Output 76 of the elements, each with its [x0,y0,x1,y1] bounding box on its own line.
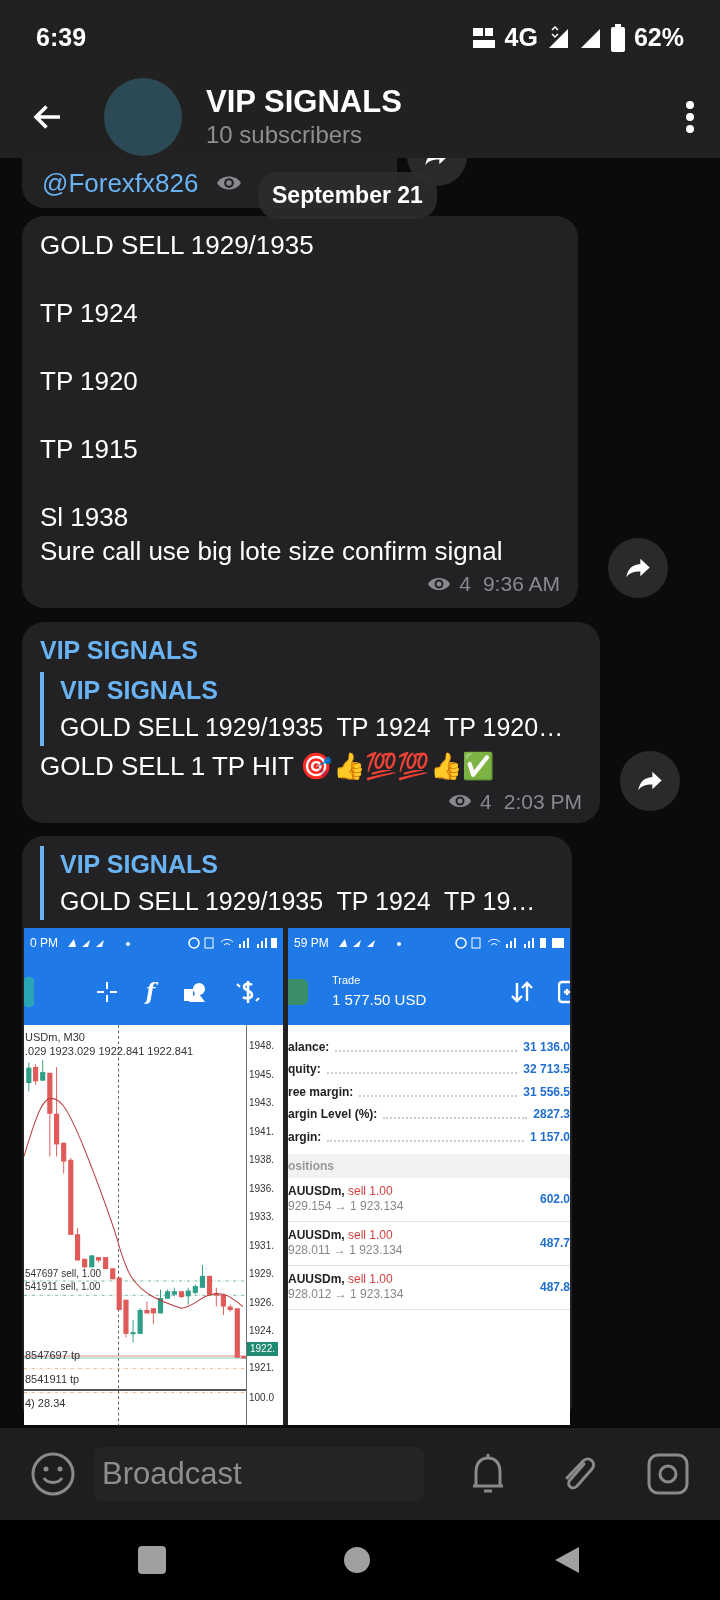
reply-quote[interactable]: VIP SIGNALS GOLD SELL 1929/1935 TP 1924 TP 1920… [40,671,582,746]
message-text: TP 1915 [40,433,139,466]
view-count: 4 [459,571,471,597]
price-label: 1933. [249,1210,276,1224]
take-profit-label: 8541911 tp [25,1373,80,1386]
price-label: 1938. [249,1153,276,1167]
reply-text: GOLD SELL 1929/1935 TP 1924 TP 19… [60,886,537,917]
message-text: TP 1924 [40,297,139,330]
order-label: 547697 sell, 1.00 [25,1267,102,1280]
position-side: sell 1.00 [348,1184,393,1198]
message-time: 9:36 AM [482,571,560,597]
price-label: 1945. [249,1067,276,1082]
account-value: 2827.3 [533,1106,570,1123]
reply-author: VIP SIGNALS [60,674,219,706]
position-prices: 928.012 → 1 923.134 [288,1287,405,1302]
message-text: Sl 1938 Sure call use big lote size confirm signal [40,501,504,568]
price-label: 1936. [249,1181,276,1196]
take-profit-label: 8547697 tp [25,1349,81,1362]
position-prices: 929.154 → 1 923.134 [288,1199,405,1214]
account-profit: 1 577.50 USD [332,989,428,1010]
message-author: VIP SIGNALS [40,634,199,666]
position-profit: 602.0 [539,1191,570,1208]
subscriber-count: 10 subscribers [206,119,364,150]
price-label: 1929. [249,1267,276,1281]
chart-symbol: USDm, M30 [25,1031,85,1044]
position-side: sell 1.00 [348,1272,393,1286]
reply-author: VIP SIGNALS [60,849,219,880]
date-label: September 21 [258,172,437,219]
account-label: alance: [288,1038,330,1056]
position-prices: 928.011 → 1 923.134 [288,1243,404,1258]
account-label: argin Level (%): [288,1106,378,1123]
status-time: 6:39 [36,21,87,53]
current-price-tag: 1922. [247,1342,279,1356]
message-text: GOLD SELL 1929/1935 [40,229,315,262]
account-value: 32 713.5 [523,1061,570,1078]
order-label: 541911 sell, 1.00 [25,1280,101,1293]
message-time: 2:03 PM [503,788,582,815]
position-symbol: AUUSDm, [288,1184,345,1198]
price-label: 1931. [249,1238,276,1253]
position-symbol: AUUSDm, [288,1272,345,1286]
account-value: 31 136.0 [523,1038,570,1056]
reply-quote[interactable]: VIP SIGNALS GOLD SELL 1929/1935 TP 1924 TP 19… [40,846,570,920]
account-value: 31 556.5 [523,1083,570,1101]
price-label: 1926. [249,1295,276,1310]
position-side: sell 1.00 [348,1228,393,1242]
indicator-value: 4) 28.34 [25,1397,66,1410]
trade-title: Trade [332,973,362,988]
position-row[interactable]: AUUSDm, sell 1.00 929.154 → 1 923.134 602.0 [288,1177,570,1222]
mention-link[interactable]: @Forexfx826 [42,163,199,203]
price-label: 1941. [249,1124,276,1139]
battery-level: 62% [633,21,684,53]
account-value: 1 157.0 [529,1128,570,1146]
price-label: 1943. [249,1096,276,1110]
price-label: 1921. [249,1361,276,1375]
channel-title: VIP SIGNALS [206,83,403,120]
indicator-level: 100.0 [249,1391,276,1405]
message-text: GOLD SELL 1 TP HIT 🎯👍💯💯👍✅ [40,749,496,783]
message-text: TP 1920 [40,365,139,398]
reply-text: GOLD SELL 1929/1935 TP 1924 TP 1920… [60,711,565,743]
positions-section-header: ositions [288,1153,570,1178]
message-input-field[interactable]: Broadcast [94,1446,424,1502]
account-label: ree margin: [288,1083,354,1101]
ohlc-values: .029 1923.029 1922.841 1922.841 [25,1045,194,1058]
position-profit: 487.7 [539,1235,570,1252]
phone-status-time: 0 PM [30,935,58,952]
position-row[interactable]: AUUSDm, sell 1.00 928.012 → 1 923.134 487.8 [288,1265,570,1310]
price-label: 1948. [249,1039,276,1053]
network-type: 4G [504,21,538,53]
view-count: 4 [480,788,492,815]
position-row[interactable]: AUUSDm, sell 1.00 928.011 → 1 923.134 487.7 [288,1221,570,1266]
price-label: 1924. [249,1324,276,1338]
position-symbol: AUUSDm, [288,1228,345,1242]
phone-status-time: 59 PM [294,935,329,952]
position-profit: 487.8 [539,1279,570,1296]
account-label: argin: [288,1128,322,1146]
account-label: quity: [288,1061,321,1078]
